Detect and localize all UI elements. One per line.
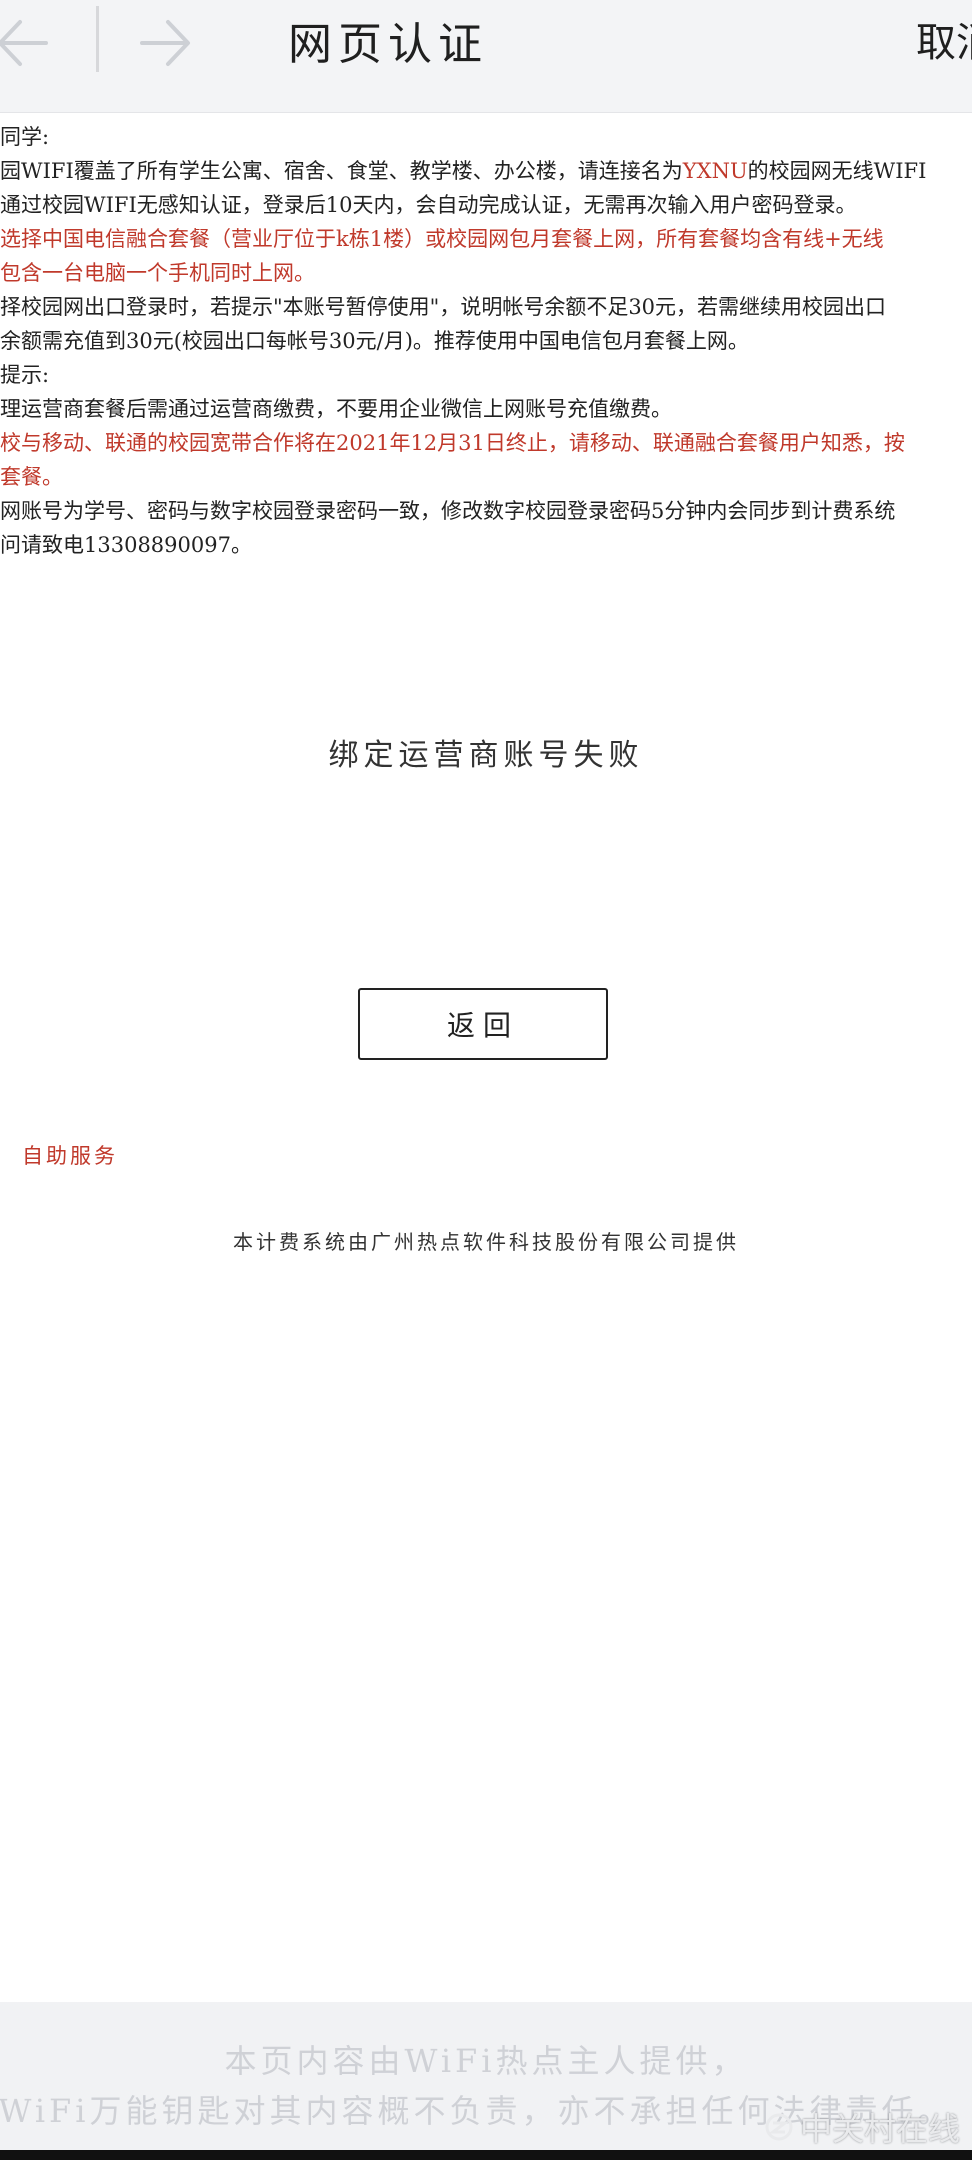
disclaimer-line: 本页内容由WiFi热点主人提供， bbox=[224, 2042, 748, 2080]
notice-line: 理运营商套餐后需通过运营商缴费，不要用企业微信上网账号充值缴费。 bbox=[0, 397, 672, 421]
notice-line-red: 校与移动、联通的校园宽带合作将在2021年12月31日终止，请移动、联通融合套餐… bbox=[0, 431, 905, 455]
return-button[interactable]: 返回 bbox=[358, 988, 608, 1060]
notice-block: 同学: 园WIFI覆盖了所有学生公寓、宿舍、食堂、教学楼、办公楼，请连接名为YX… bbox=[0, 120, 972, 562]
notice-line: 通过校园WIFI无感知认证，登录后10天内，会自动完成认证，无需再次输入用户密码… bbox=[0, 193, 857, 217]
notice-line: 网账号为学号、密码与数字校园登录密码一致，修改数字校园登录密码5分钟内会同步到计… bbox=[0, 499, 896, 523]
notice-line: 问请致电13308890097。 bbox=[0, 533, 252, 557]
bottom-bar bbox=[0, 2150, 972, 2160]
watermark: 中关村在线 bbox=[764, 2104, 960, 2150]
cancel-button[interactable]: 取消 bbox=[916, 10, 972, 68]
notice-line: 余额需充值到30元(校园出口每帐号30元/月)。推荐使用中国电信包月套餐上网。 bbox=[0, 329, 749, 353]
nav-divider bbox=[96, 6, 99, 72]
notice-line: 提示: bbox=[0, 363, 50, 387]
browser-header: 网页认证 取消 bbox=[0, 0, 972, 112]
notice-line: 园WIFI覆盖了所有学生公寓、宿舍、食堂、教学楼、办公楼，请连接名为YXNU的校… bbox=[0, 159, 927, 183]
notice-line: 择校园网出口登录时，若提示"本账号暂停使用"，说明帐号余额不足30元，若需继续用… bbox=[0, 295, 887, 319]
watermark-text: 中关村在线 bbox=[799, 2110, 960, 2148]
back-arrow-icon[interactable] bbox=[0, 8, 56, 78]
page-title: 网页认证 bbox=[288, 19, 488, 70]
notice-line-red: 包含一台电脑一个手机同时上网。 bbox=[0, 261, 315, 285]
notice-line: 同学: bbox=[0, 125, 50, 149]
notice-line-red: 套餐。 bbox=[0, 465, 63, 489]
notice-line-red: 选择中国电信融合套餐（营业厅位于k栋1楼）或校园网包月套餐上网，所有套餐均含有线… bbox=[0, 227, 884, 251]
forward-arrow-icon[interactable] bbox=[132, 8, 202, 78]
zol-logo-icon bbox=[765, 2113, 793, 2141]
result-message: 绑定运营商账号失败 bbox=[328, 738, 644, 773]
self-service-link[interactable]: 自助服务 bbox=[22, 1140, 118, 1170]
provider-text: 本计费系统由广州热点软件科技股份有限公司提供 bbox=[233, 1230, 739, 1254]
